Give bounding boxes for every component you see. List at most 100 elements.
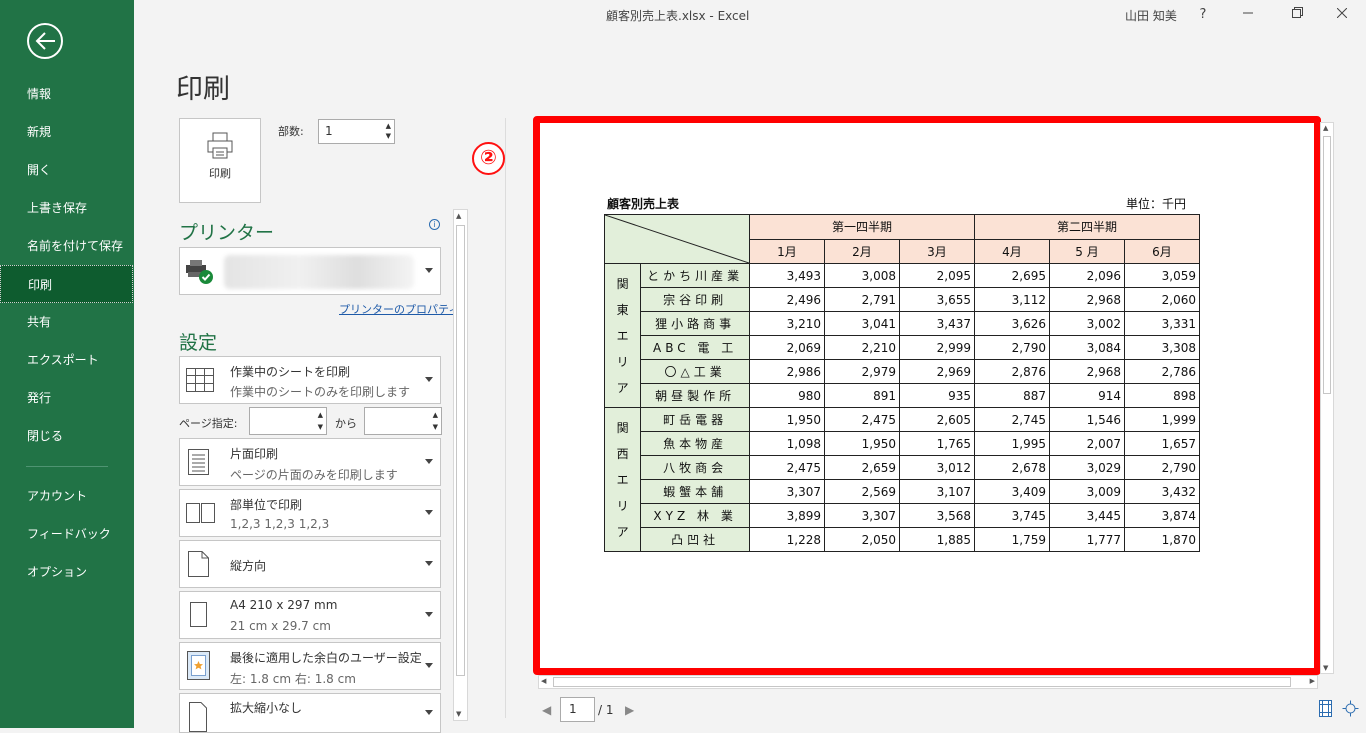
sales-value: 3,626 (974, 311, 1050, 336)
sidebar-item[interactable]: 印刷 (0, 265, 133, 303)
sidebar-item[interactable]: 閉じる (0, 417, 133, 455)
print-what-dropdown[interactable]: 作業中のシートを印刷 作業中のシートのみを印刷します (179, 356, 441, 404)
sidebar-item[interactable]: 新規 (0, 113, 133, 151)
customer-name: ABC 電 工 (640, 335, 750, 360)
sales-value: 2,791 (824, 287, 900, 312)
page-to-input[interactable]: ▲ ▼ (364, 407, 442, 435)
preview-vertical-scrollbar[interactable]: ▲ ▼ (1320, 122, 1334, 674)
sales-value: 3,437 (899, 311, 975, 336)
copies-input[interactable]: 1 ▲ ▼ (318, 119, 395, 144)
orientation-dropdown[interactable]: 縦方向 (179, 540, 441, 588)
customer-name: 町岳電器 (640, 407, 750, 432)
spin-up-icon[interactable]: ▲ (318, 411, 323, 419)
table-row: 関東エリアとかち川産業 3,493 3,008 2,095 2,695 2,096 3,05… (603, 263, 1200, 408)
month-header: 4月 (974, 238, 1050, 264)
settings-scrollbar[interactable]: ▲ ▼ (453, 209, 468, 721)
scroll-left-icon[interactable]: ◀ (541, 677, 546, 685)
collation-dropdown[interactable]: 部単位で印刷 1,2,3 1,2,3 1,2,3 (179, 489, 441, 537)
previous-page-icon[interactable]: ◀ (542, 703, 551, 717)
copies-label: 部数: (278, 125, 304, 138)
spin-down-icon[interactable]: ▼ (386, 132, 391, 140)
region-char: 関 (616, 276, 629, 291)
spin-up-icon[interactable]: ▲ (386, 122, 391, 130)
sales-value: 3,210 (749, 311, 825, 336)
sidebar-item[interactable]: 発行 (0, 379, 133, 417)
sales-value: 935 (899, 383, 975, 408)
info-icon[interactable]: i (429, 219, 440, 230)
paper-size-dropdown[interactable]: A4 210 x 297 mm 21 cm x 29.7 cm (179, 591, 441, 639)
sales-value: 3,655 (899, 287, 975, 312)
scroll-down-icon[interactable]: ▼ (456, 710, 461, 718)
sidebar-item[interactable]: アカウント (0, 477, 133, 515)
print-what-title: 作業中のシートを印刷 (230, 365, 351, 379)
customer-name: 魚本物産 (640, 431, 750, 456)
sales-value: 1,870 (1124, 527, 1200, 552)
table-row: XYZ 林 業 3,899 3,307 3,568 3,745 3,445 3,874 (605, 503, 1200, 528)
region-char: エ (616, 328, 629, 343)
sides-dropdown[interactable]: 片面印刷 ページの片面のみを印刷します (179, 438, 441, 486)
scroll-up-icon[interactable]: ▲ (1323, 124, 1328, 132)
spin-down-icon[interactable]: ▼ (433, 423, 438, 431)
sales-value: 2,496 (749, 287, 825, 312)
sales-value: 1,777 (1049, 527, 1125, 552)
scaling-dropdown[interactable]: 拡大縮小なし (179, 693, 441, 733)
sales-value: 2,605 (899, 407, 975, 432)
region-char: 東 (616, 302, 629, 317)
sales-value: 3,008 (824, 263, 900, 288)
spin-down-icon[interactable]: ▼ (318, 423, 323, 431)
chevron-down-icon (425, 663, 433, 668)
chevron-down-icon (425, 710, 433, 715)
scrollbar-thumb[interactable] (553, 677, 1291, 687)
restore-button[interactable] (1283, 4, 1311, 26)
user-name[interactable]: 山田 知美 (1125, 7, 1177, 24)
sales-value: 3,409 (974, 479, 1050, 504)
page-from-input[interactable]: ▲ ▼ (249, 407, 327, 435)
sidebar-item[interactable]: エクスポート (0, 341, 133, 379)
sales-value: 2,969 (899, 359, 975, 384)
scrollbar-thumb[interactable] (1323, 136, 1331, 394)
sales-value: 1,759 (974, 527, 1050, 552)
sales-table: 第一四半期 第二四半期 1月 2月 3月 4月 5 月 6月 関東エリアとかち川産業 3,4… (603, 214, 1200, 552)
scrollbar-thumb[interactable] (456, 225, 465, 676)
printer-dropdown[interactable] (179, 247, 441, 295)
scroll-right-icon[interactable]: ▶ (1310, 677, 1315, 685)
zoom-to-page-icon[interactable] (1342, 700, 1359, 717)
scroll-down-icon[interactable]: ▼ (1323, 664, 1328, 672)
sidebar-item[interactable]: オプション (0, 553, 133, 591)
back-arrow-icon[interactable] (27, 23, 63, 59)
region-char: 関 (616, 420, 629, 435)
sales-value: 2,659 (824, 455, 900, 480)
customer-name: 宗谷印刷 (640, 287, 750, 312)
show-margins-icon[interactable] (1317, 700, 1334, 717)
sales-value: 2,986 (749, 359, 825, 384)
minimize-button[interactable] (1234, 4, 1262, 26)
print-button[interactable]: 印刷 (179, 118, 261, 203)
scroll-up-icon[interactable]: ▲ (456, 212, 461, 220)
printer-properties-link[interactable]: プリンターのプロパティ (339, 301, 459, 317)
sales-value: 2,210 (824, 335, 900, 360)
sidebar-item[interactable]: 名前を付けて保存 (0, 227, 133, 265)
sidebar-item[interactable]: 情報 (0, 75, 133, 113)
sidebar-item[interactable]: 共有 (0, 303, 133, 341)
pages-label: ページ指定: (179, 417, 238, 430)
sales-value: 2,999 (899, 335, 975, 360)
paper-sub: 21 cm x 29.7 cm (230, 619, 331, 633)
sheet-title: 顧客別売上表 (607, 197, 680, 211)
sidebar-item[interactable]: フィードバック (0, 515, 133, 553)
spin-up-icon[interactable]: ▲ (433, 411, 438, 419)
sidebar-item[interactable]: 開く (0, 151, 133, 189)
margins-dropdown[interactable]: 最後に適用した余白のユーザー設定 左: 1.8 cm 右: 1.8 cm (179, 642, 441, 690)
close-button[interactable] (1328, 4, 1356, 26)
next-page-icon[interactable]: ▶ (625, 703, 634, 717)
sales-value: 2,475 (824, 407, 900, 432)
page-number-input[interactable]: 1 (560, 697, 595, 722)
sales-value: 1,765 (899, 431, 975, 456)
sales-value: 3,307 (824, 503, 900, 528)
sales-value: 2,007 (1049, 431, 1125, 456)
help-button[interactable]: ? (1189, 4, 1217, 26)
preview-horizontal-scrollbar[interactable]: ◀ ▶ (538, 675, 1318, 689)
sidebar-item[interactable]: 上書き保存 (0, 189, 133, 227)
sales-value: 2,569 (824, 479, 900, 504)
sales-value: 3,899 (749, 503, 825, 528)
month-header: 5 月 (1049, 238, 1125, 264)
